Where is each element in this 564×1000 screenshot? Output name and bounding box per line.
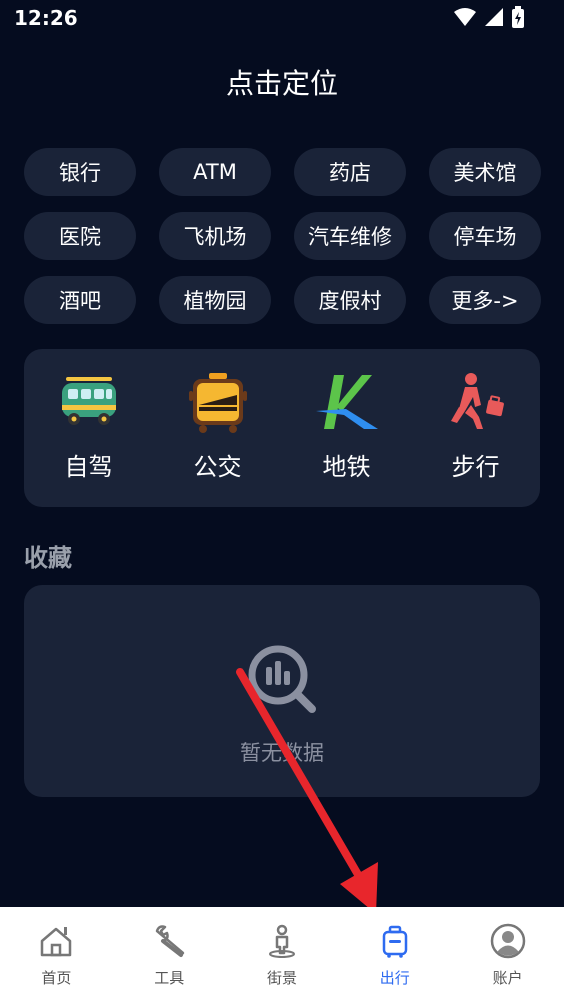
mode-label: 步行 bbox=[451, 453, 500, 481]
category-gallery-button[interactable]: 美术馆 bbox=[429, 148, 541, 196]
status-time: 12:26 bbox=[14, 6, 78, 30]
mode-bus[interactable]: 公交 bbox=[153, 349, 282, 507]
nav-label: 账户 bbox=[492, 969, 523, 987]
status-bar: 12:26 bbox=[0, 0, 564, 36]
van-icon bbox=[61, 377, 116, 425]
category-hospital-button[interactable]: 医院 bbox=[24, 212, 136, 260]
nav-item-streetview[interactable]: 街景 bbox=[226, 907, 339, 1000]
category-airport-button[interactable]: 飞机场 bbox=[159, 212, 271, 260]
mode-label: 公交 bbox=[193, 453, 242, 481]
category-botanical-garden-button[interactable]: 植物园 bbox=[159, 276, 271, 324]
favorites-card: 暂无数据 bbox=[24, 585, 540, 797]
nav-item-home[interactable]: 首页 bbox=[0, 907, 113, 1000]
category-parking-button[interactable]: 停车场 bbox=[429, 212, 541, 260]
metro-icon bbox=[315, 375, 378, 429]
account-icon bbox=[490, 923, 525, 959]
mode-label: 自驾 bbox=[64, 453, 113, 481]
category-more-button[interactable]: 更多-> bbox=[429, 276, 541, 324]
nav-item-tools[interactable]: 工具 bbox=[113, 907, 226, 1000]
transport-card: 自驾 公交 地铁 步行 bbox=[24, 349, 540, 507]
signal-icon bbox=[485, 8, 503, 26]
category-car-repair-button[interactable]: 汽车维修 bbox=[294, 212, 406, 260]
category-pharmacy-button[interactable]: 药店 bbox=[294, 148, 406, 196]
nav-label: 街景 bbox=[266, 969, 297, 987]
wifi-icon bbox=[454, 8, 476, 26]
nav-label: 出行 bbox=[379, 969, 410, 987]
mode-metro[interactable]: 地铁 bbox=[282, 349, 411, 507]
favorites-title: 收藏 bbox=[24, 544, 72, 572]
empty-state-text: 暂无数据 bbox=[240, 741, 324, 765]
category-grid: 银行 ATM 药店 美术馆 医院 飞机场 汽车维修 停车场 酒吧 植物园 度假村… bbox=[24, 148, 541, 324]
category-bar-button[interactable]: 酒吧 bbox=[24, 276, 136, 324]
nav-item-account[interactable]: 账户 bbox=[451, 907, 564, 1000]
status-icons bbox=[454, 6, 524, 28]
category-resort-button[interactable]: 度假村 bbox=[294, 276, 406, 324]
mode-label: 地铁 bbox=[322, 453, 371, 481]
page-title[interactable]: 点击定位 bbox=[0, 62, 564, 102]
travel-icon bbox=[382, 925, 408, 958]
category-atm-button[interactable]: ATM bbox=[159, 148, 271, 196]
mode-drive[interactable]: 自驾 bbox=[24, 349, 153, 507]
wrench-icon bbox=[155, 925, 185, 957]
nav-label: 首页 bbox=[41, 969, 72, 987]
battery-icon bbox=[512, 6, 524, 28]
bottom-nav: 首页 工具 街景 出行 账户 bbox=[0, 907, 564, 1000]
mode-walk[interactable]: 步行 bbox=[411, 349, 540, 507]
bus-icon bbox=[188, 373, 247, 433]
category-bank-button[interactable]: 银行 bbox=[24, 148, 136, 196]
home-icon bbox=[41, 927, 72, 957]
walking-icon bbox=[450, 373, 504, 429]
streetview-icon bbox=[268, 924, 295, 958]
nav-label: 工具 bbox=[154, 969, 185, 987]
empty-chart-icon bbox=[248, 645, 316, 713]
nav-item-travel[interactable]: 出行 bbox=[338, 907, 451, 1000]
